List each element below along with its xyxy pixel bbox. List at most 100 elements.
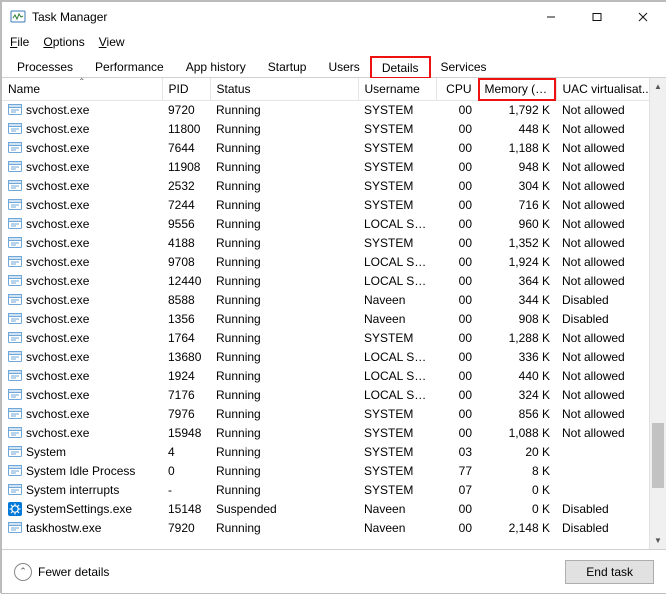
tab-startup[interactable]: Startup	[257, 56, 318, 77]
col-memory[interactable]: Memory (a...	[478, 78, 556, 101]
table-row[interactable]: taskhostw.exe7920RunningNaveen002,148 KD…	[2, 519, 666, 538]
table-row[interactable]: svchost.exe7976RunningSYSTEM00856 KNot a…	[2, 405, 666, 424]
cell-name: svchost.exe	[2, 348, 162, 367]
process-name: svchost.exe	[26, 122, 89, 136]
table-row[interactable]: svchost.exe8588RunningNaveen00344 KDisab…	[2, 291, 666, 310]
cell-pid: 2532	[162, 177, 210, 196]
cell-username: SYSTEM	[358, 177, 436, 196]
table-row[interactable]: svchost.exe9556RunningLOCAL SE...00960 K…	[2, 215, 666, 234]
vertical-scrollbar[interactable]: ▲ ▼	[649, 78, 666, 549]
cell-status: Running	[210, 443, 358, 462]
cell-cpu: 00	[436, 367, 478, 386]
cell-username: SYSTEM	[358, 481, 436, 500]
table-row[interactable]: SystemSettings.exe15148SuspendedNaveen00…	[2, 500, 666, 519]
table-row[interactable]: svchost.exe9720RunningSYSTEM001,792 KNot…	[2, 101, 666, 121]
table-row[interactable]: svchost.exe4188RunningSYSTEM001,352 KNot…	[2, 234, 666, 253]
table-row[interactable]: svchost.exe7244RunningSYSTEM00716 KNot a…	[2, 196, 666, 215]
cell-status: Running	[210, 405, 358, 424]
tab-processes[interactable]: Processes	[6, 56, 84, 77]
table-row[interactable]: svchost.exe1764RunningSYSTEM001,288 KNot…	[2, 329, 666, 348]
close-button[interactable]	[620, 2, 666, 32]
scroll-thumb[interactable]	[652, 423, 664, 489]
fewer-details-button[interactable]: ⌃ Fewer details	[14, 563, 109, 581]
window-controls	[528, 2, 666, 32]
cell-status: Running	[210, 481, 358, 500]
process-icon	[8, 521, 22, 535]
process-name: svchost.exe	[26, 217, 89, 231]
content-area: ⌃Name PID Status Username CPU Memory (a.…	[2, 78, 666, 549]
scroll-up-button[interactable]: ▲	[650, 78, 666, 95]
maximize-button[interactable]	[574, 2, 620, 32]
table-row[interactable]: svchost.exe12440RunningLOCAL SE...00364 …	[2, 272, 666, 291]
process-icon	[8, 274, 22, 288]
table-row[interactable]: svchost.exe2532RunningSYSTEM00304 KNot a…	[2, 177, 666, 196]
cell-memory: 8 K	[478, 462, 556, 481]
table-row[interactable]: svchost.exe1924RunningLOCAL SE...00440 K…	[2, 367, 666, 386]
col-cpu[interactable]: CPU	[436, 78, 478, 101]
table-row[interactable]: svchost.exe11908RunningSYSTEM00948 KNot …	[2, 158, 666, 177]
process-icon	[8, 407, 22, 421]
col-username[interactable]: Username	[358, 78, 436, 101]
table-row[interactable]: svchost.exe9708RunningLOCAL SE...001,924…	[2, 253, 666, 272]
table-row[interactable]: svchost.exe15948RunningSYSTEM001,088 KNo…	[2, 424, 666, 443]
table-row[interactable]: svchost.exe7644RunningSYSTEM001,188 KNot…	[2, 139, 666, 158]
cell-cpu: 00	[436, 291, 478, 310]
minimize-button[interactable]	[528, 2, 574, 32]
menu-bar: File Options View	[2, 32, 666, 52]
window-title: Task Manager	[32, 10, 107, 24]
process-name: System	[26, 445, 66, 459]
scroll-track[interactable]	[650, 95, 666, 532]
cell-name: System interrupts	[2, 481, 162, 500]
tab-app-history[interactable]: App history	[175, 56, 257, 77]
cell-memory: 336 K	[478, 348, 556, 367]
col-status[interactable]: Status	[210, 78, 358, 101]
table-row[interactable]: svchost.exe7176RunningLOCAL SE...00324 K…	[2, 386, 666, 405]
process-name: svchost.exe	[26, 274, 89, 288]
cell-pid: 12440	[162, 272, 210, 291]
table-row[interactable]: svchost.exe1356RunningNaveen00908 KDisab…	[2, 310, 666, 329]
tab-performance[interactable]: Performance	[84, 56, 175, 77]
process-icon	[8, 293, 22, 307]
table-row[interactable]: System4RunningSYSTEM0320 K	[2, 443, 666, 462]
cell-name: svchost.exe	[2, 329, 162, 348]
column-header-row: ⌃Name PID Status Username CPU Memory (a.…	[2, 78, 666, 101]
cell-status: Running	[210, 196, 358, 215]
cell-memory: 856 K	[478, 405, 556, 424]
cell-name: svchost.exe	[2, 101, 162, 121]
table-row[interactable]: svchost.exe13680RunningLOCAL SE...00336 …	[2, 348, 666, 367]
scroll-down-button[interactable]: ▼	[650, 532, 666, 549]
cell-username: SYSTEM	[358, 405, 436, 424]
col-pid[interactable]: PID	[162, 78, 210, 101]
cell-status: Running	[210, 519, 358, 538]
cell-name: svchost.exe	[2, 177, 162, 196]
cell-username: LOCAL SE...	[358, 348, 436, 367]
cell-cpu: 00	[436, 177, 478, 196]
cell-cpu: 07	[436, 481, 478, 500]
cell-name: svchost.exe	[2, 291, 162, 310]
menu-file[interactable]: File	[10, 35, 29, 49]
cell-pid: 0	[162, 462, 210, 481]
cell-memory: 0 K	[478, 481, 556, 500]
cell-memory: 960 K	[478, 215, 556, 234]
menu-options[interactable]: Options	[43, 35, 84, 49]
cell-pid: 15148	[162, 500, 210, 519]
cell-username: LOCAL SE...	[358, 253, 436, 272]
cell-cpu: 00	[436, 101, 478, 121]
col-name[interactable]: ⌃Name	[2, 78, 162, 101]
cell-cpu: 00	[436, 348, 478, 367]
tab-users[interactable]: Users	[317, 56, 370, 77]
table-row[interactable]: System Idle Process0RunningSYSTEM778 K	[2, 462, 666, 481]
tab-services[interactable]: Services	[430, 56, 498, 77]
table-row[interactable]: System interrupts-RunningSYSTEM070 K	[2, 481, 666, 500]
process-name: svchost.exe	[26, 141, 89, 155]
process-name: svchost.exe	[26, 407, 89, 421]
cell-username: SYSTEM	[358, 139, 436, 158]
tab-details[interactable]: Details	[371, 57, 430, 78]
table-row[interactable]: svchost.exe11800RunningSYSTEM00448 KNot …	[2, 120, 666, 139]
menu-view[interactable]: View	[99, 35, 125, 49]
process-name: svchost.exe	[26, 426, 89, 440]
cell-username: LOCAL SE...	[358, 272, 436, 291]
process-icon	[8, 331, 22, 345]
end-task-button[interactable]: End task	[565, 560, 654, 584]
cell-status: Running	[210, 158, 358, 177]
